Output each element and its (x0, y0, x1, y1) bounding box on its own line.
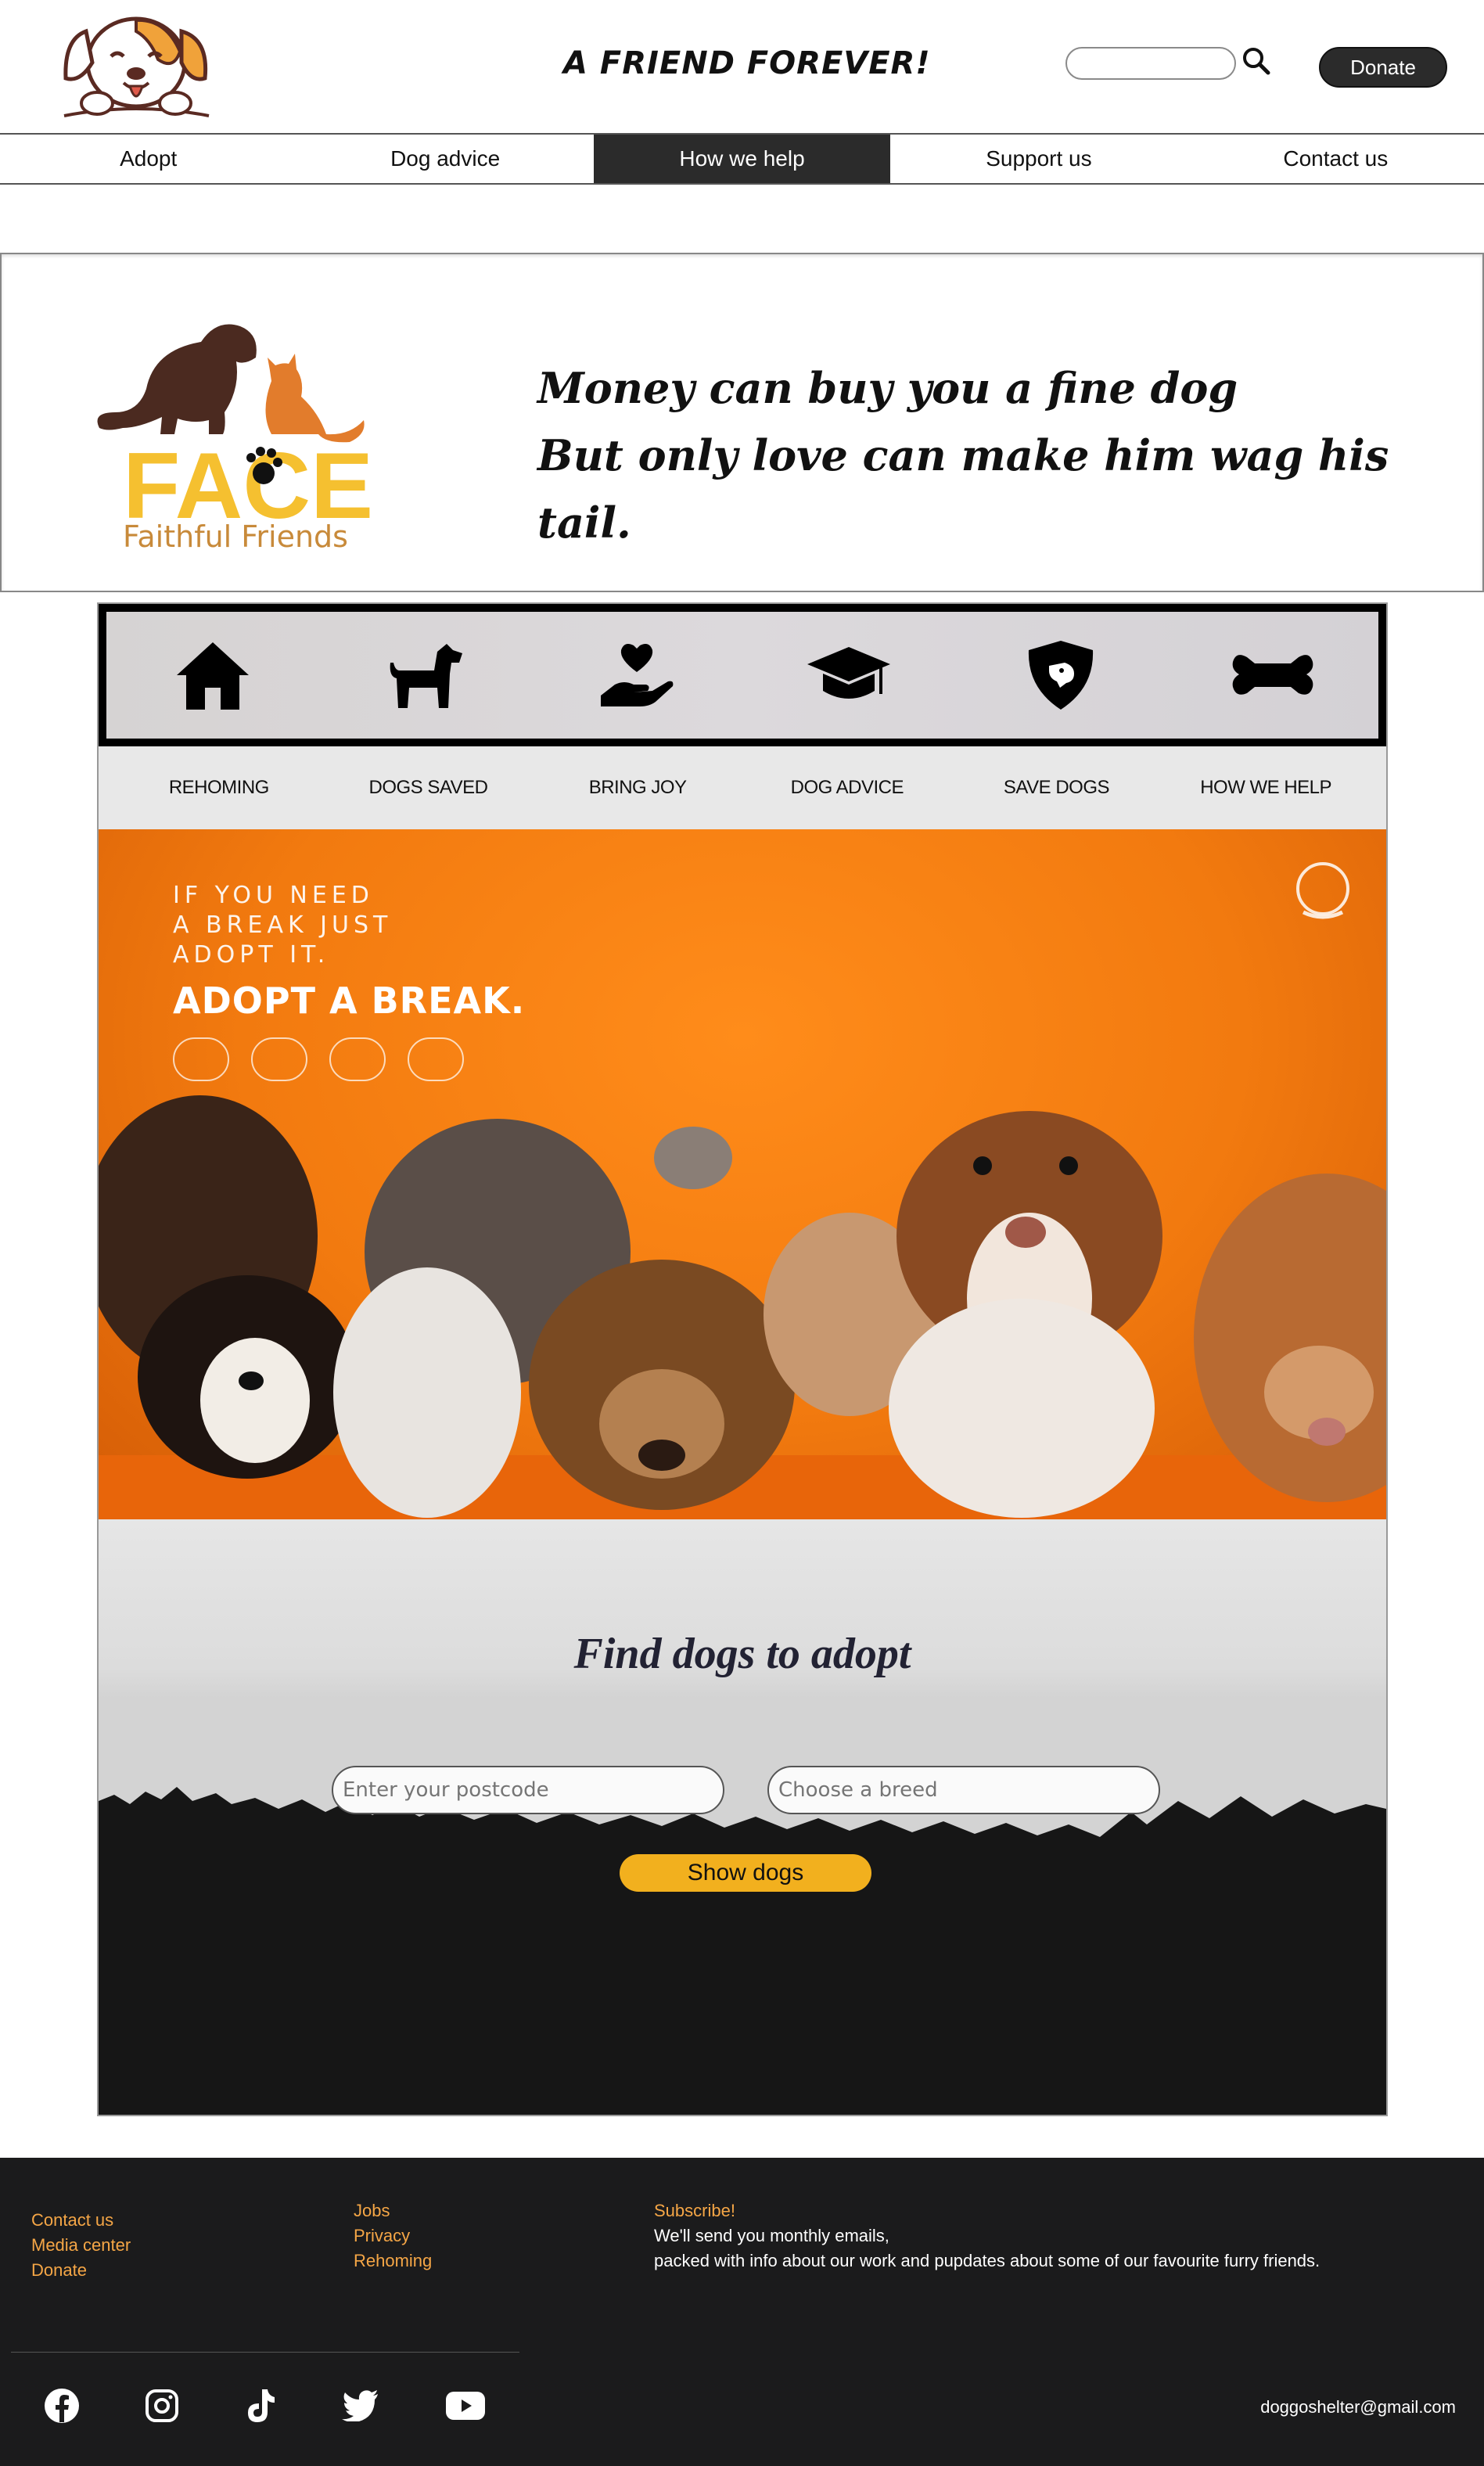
nav-item-adopt[interactable]: Adopt (0, 135, 296, 183)
feature-icon-bar (99, 604, 1386, 746)
hero-line-2: A BREAK JUST (173, 911, 393, 939)
site-header: A FRIEND FOREVER! Donate (0, 0, 1484, 133)
hero-text: IF YOU NEED A BREAK JUST ADOPT IT. ADOPT… (173, 881, 525, 1081)
dog-badge-icon (408, 1037, 464, 1081)
face-logo-subtext: Faithful Friends (123, 519, 348, 553)
nav-item-how-we-help[interactable]: How we help (593, 135, 891, 183)
quote-banner: FACE Faithful Friends Money can buy you … (0, 253, 1484, 592)
find-title: Find dogs to adopt (573, 1630, 911, 1678)
footer-link-privacy[interactable]: Privacy (354, 2223, 432, 2249)
footer-col-2: Jobs Privacy Rehoming (354, 2198, 432, 2274)
feature-labels: REHOMING DOGS SAVED BRING JOY DOG ADVICE… (99, 746, 1386, 829)
hero-badges (173, 1037, 525, 1081)
footer-link-donate[interactable]: Donate (31, 2258, 131, 2283)
bone-icon[interactable] (1230, 636, 1316, 714)
subscribe-text-1: We'll send you monthly emails, (654, 2226, 889, 2245)
feature-label-rehoming[interactable]: REHOMING (129, 777, 309, 799)
youtube-icon[interactable] (444, 2385, 487, 2427)
face-logo: FACE Faithful Friends (97, 324, 373, 553)
site-footer: Contact us Media center Donate Jobs Priv… (0, 2158, 1484, 2466)
dog-icon[interactable] (382, 636, 468, 714)
quote-line-1: Money can buy you a fine dog (537, 363, 1238, 413)
instagram-icon[interactable] (141, 2385, 183, 2427)
search-icon[interactable] (1241, 45, 1272, 77)
postcode-input[interactable] (332, 1766, 724, 1814)
footer-link-contact[interactable]: Contact us (31, 2208, 131, 2233)
nav-item-contact-us[interactable]: Contact us (1188, 135, 1484, 183)
shield-dog-icon[interactable] (1018, 636, 1104, 714)
donate-button[interactable]: Donate (1319, 47, 1447, 88)
treeline-image (99, 1787, 1386, 2115)
footer-subscribe: Subscribe! We'll send you monthly emails… (654, 2198, 1320, 2274)
feature-label-dogs-saved[interactable]: DOGS SAVED (338, 777, 518, 799)
main-content: REHOMING DOGS SAVED BRING JOY DOG ADVICE… (97, 602, 1388, 2116)
hero-line-3: ADOPT IT. (173, 941, 330, 969)
site-title: A FRIEND FOREVER! (563, 45, 931, 81)
graduation-cap-icon[interactable] (806, 636, 892, 714)
quote-text: Money can buy you a fine dog But only lo… (537, 354, 1482, 556)
subscribe-link[interactable]: Subscribe! (654, 2198, 1320, 2223)
main-nav: Adopt Dog advice How we help Support us … (0, 133, 1484, 185)
show-dogs-button[interactable]: Show dogs (620, 1854, 871, 1892)
feature-label-dog-advice[interactable]: DOG ADVICE (757, 777, 937, 799)
find-dogs-section: Find dogs to adopt Show dogs (99, 1519, 1386, 2115)
twitter-icon[interactable] (340, 2385, 382, 2427)
footer-col-1: Contact us Media center Donate (31, 2208, 131, 2283)
heart-badge-icon (251, 1037, 307, 1081)
breed-select[interactable] (767, 1766, 1160, 1814)
search-input[interactable] (1065, 47, 1236, 80)
paw-badge-icon (329, 1037, 386, 1081)
subscribe-text-2: packed with info about our work and pupd… (654, 2251, 1321, 2270)
heart-hand-icon[interactable] (594, 636, 680, 714)
feature-label-bring-joy[interactable]: BRING JOY (548, 777, 728, 799)
dog-logo-icon[interactable] (49, 8, 225, 121)
hero-banner: IF YOU NEED A BREAK JUST ADOPT IT. ADOPT… (99, 829, 1386, 1519)
quote-line-2: But only love can make him wag his tail. (537, 430, 1389, 548)
badge-icon (173, 1037, 229, 1081)
nav-item-dog-advice[interactable]: Dog advice (296, 135, 593, 183)
feature-label-save-dogs[interactable]: SAVE DOGS (966, 777, 1146, 799)
tiktok-icon[interactable] (239, 2385, 282, 2427)
brand-mark-icon (1296, 862, 1349, 919)
nav-item-support-us[interactable]: Support us (890, 135, 1187, 183)
feature-label-how-we-help[interactable]: HOW WE HELP (1176, 777, 1356, 799)
footer-link-rehoming[interactable]: Rehoming (354, 2249, 432, 2274)
facebook-icon[interactable] (41, 2385, 83, 2427)
footer-link-media[interactable]: Media center (31, 2233, 131, 2258)
footer-link-jobs[interactable]: Jobs (354, 2198, 432, 2223)
footer-divider (11, 2352, 519, 2353)
hero-headline: ADOPT A BREAK. (173, 980, 526, 1022)
hero-line-1: IF YOU NEED (173, 882, 374, 909)
house-icon[interactable] (170, 636, 256, 714)
contact-email[interactable]: doggoshelter@gmail.com (1260, 2397, 1456, 2417)
